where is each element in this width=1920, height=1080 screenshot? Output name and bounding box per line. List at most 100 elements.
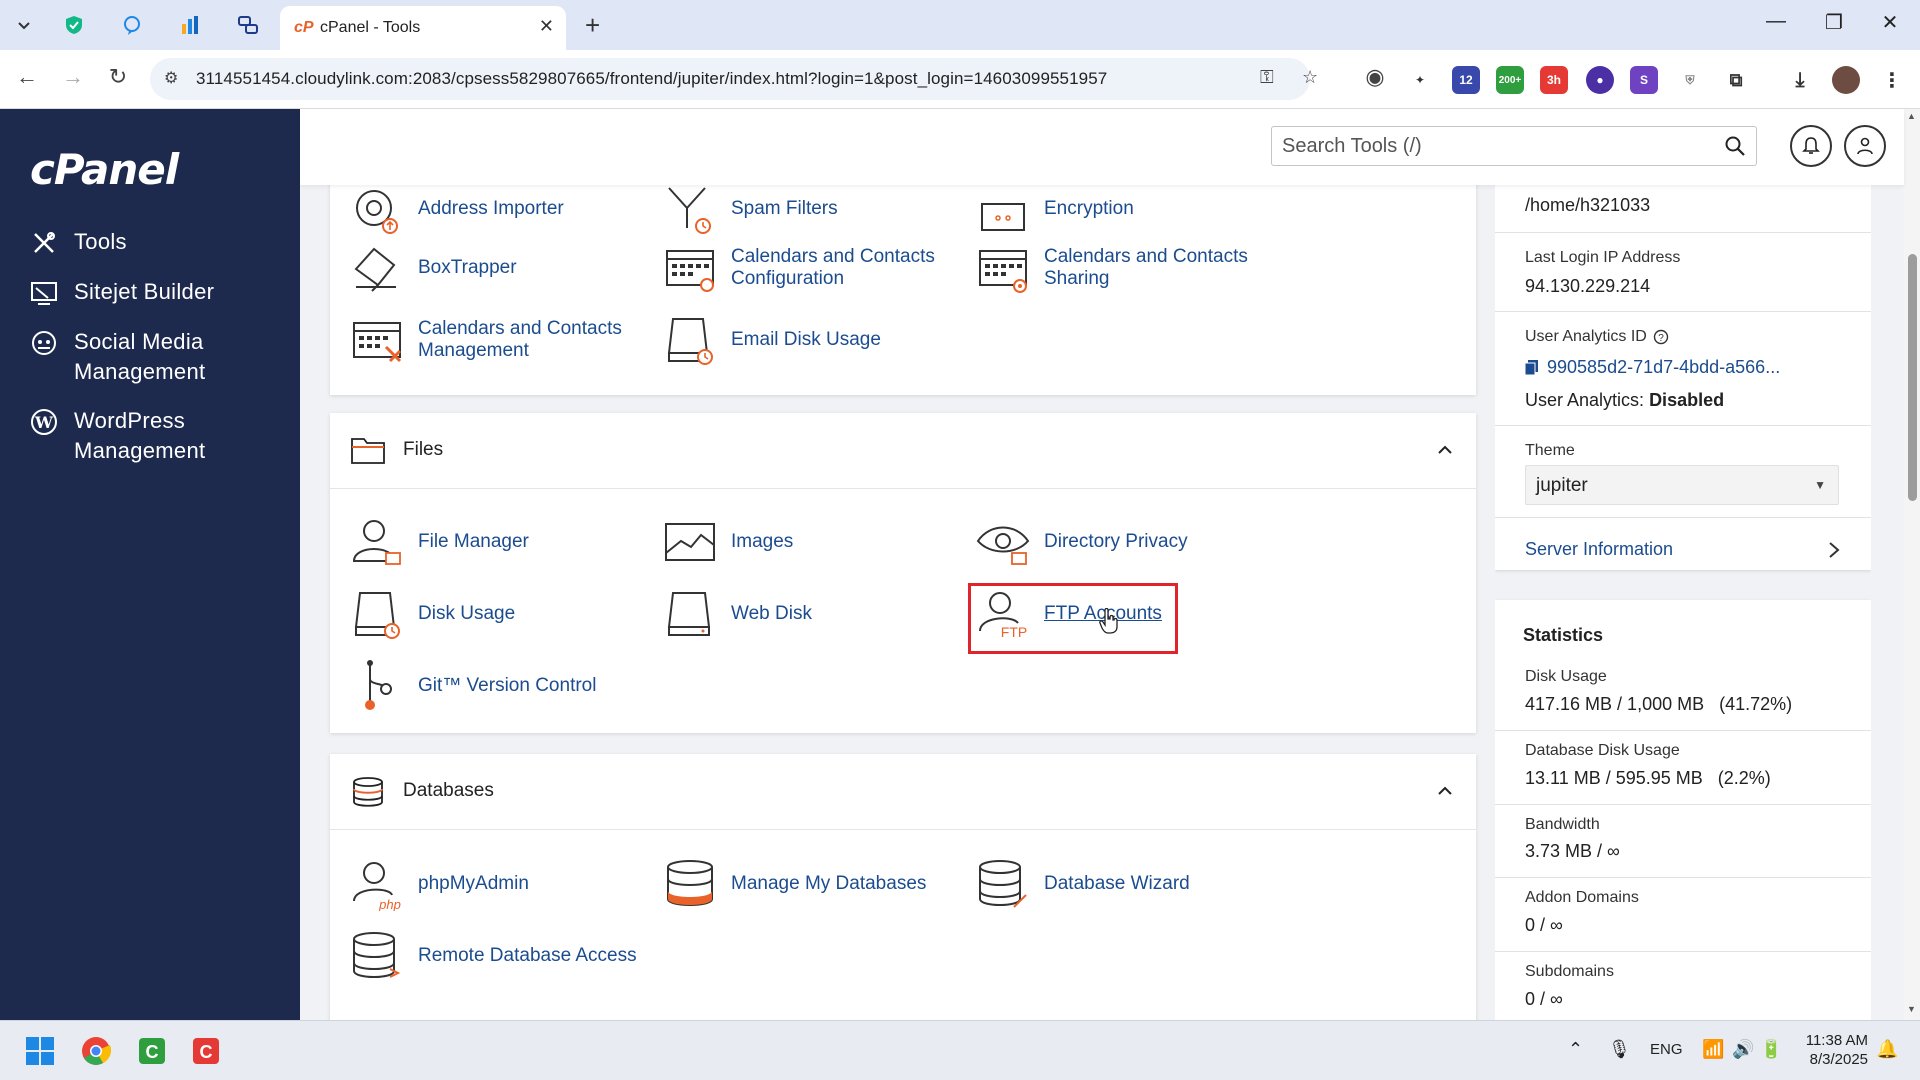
chevron-right-icon[interactable]	[1827, 540, 1841, 560]
chrome-taskbar-icon[interactable]	[80, 1035, 112, 1067]
analytics-id-label: User Analytics ID	[1525, 328, 1647, 345]
shield-grey-extension-icon[interactable]: ⛨	[1676, 66, 1704, 94]
copy-icon[interactable]	[1525, 360, 1539, 376]
close-tab-icon[interactable]: ✕	[539, 16, 554, 37]
tool-database-wizard[interactable]: Database Wizard	[976, 857, 1294, 911]
tool-remote-database-access[interactable]: Remote Database Access	[350, 929, 668, 983]
sidebar-item-sitejet[interactable]: Sitejet Builder	[28, 277, 274, 309]
server-information-link[interactable]: Server Information	[1525, 539, 1673, 560]
sidebar-item-social-media[interactable]: Social Media Management	[28, 327, 274, 387]
statistics-panel: Statistics Disk Usage 417.16 MB / 1,000 …	[1495, 600, 1871, 1020]
scroll-up-icon[interactable]: ▲	[1907, 111, 1916, 121]
right-info-column: /home/h321033 Last Login IP Address 94.1…	[1495, 185, 1871, 1020]
address-bar[interactable]: ⚙ 3114551454.cloudylink.com:2083/cpsess5…	[150, 58, 1318, 100]
databases-section-header[interactable]: Databases	[330, 754, 1476, 830]
tool-spam-filters[interactable]: Spam Filters	[663, 185, 981, 236]
tool-web-disk[interactable]: Web Disk	[663, 587, 981, 641]
chevron-up-icon[interactable]	[1436, 782, 1454, 800]
cpanel-logo[interactable]: cPanel	[30, 145, 179, 194]
stat-subdomains-value: 0 / ∞	[1525, 989, 1563, 1009]
route-extension-icon[interactable]	[234, 11, 262, 39]
shield-purple-extension-icon[interactable]: S	[1630, 66, 1658, 94]
microphone-icon[interactable]: 🎙	[1608, 1039, 1631, 1060]
tool-encryption[interactable]: Encryption	[976, 185, 1294, 236]
wifi-icon[interactable]: 📶	[1702, 1039, 1724, 1060]
user-account-button[interactable]	[1844, 125, 1886, 167]
tool-calendars-sharing[interactable]: Calendars and Contacts Sharing	[976, 241, 1294, 295]
tool-file-manager[interactable]: File Manager	[350, 515, 668, 569]
notifications-button[interactable]	[1790, 125, 1832, 167]
password-key-icon[interactable]: ⚿	[1260, 67, 1274, 88]
tool-calendars-config[interactable]: Calendars and Contacts Configuration	[663, 241, 981, 295]
ftp-accounts-highlight	[968, 583, 1178, 654]
help-icon[interactable]: ?	[1653, 329, 1669, 345]
windows-start-icon[interactable]	[24, 1035, 56, 1067]
chat-bubble-icon[interactable]	[118, 11, 146, 39]
back-icon[interactable]: ←	[12, 64, 42, 90]
search-input[interactable]	[1282, 133, 1702, 159]
camtasia-green-icon[interactable]: C	[136, 1035, 168, 1067]
profile-avatar[interactable]	[1832, 66, 1860, 94]
url-text: 3114551454.cloudylink.com:2083/cpsess582…	[196, 69, 1108, 88]
search-icon[interactable]	[1724, 135, 1746, 157]
tab-cpanel-tools[interactable]: cP cPanel - Tools ✕	[280, 6, 566, 50]
windows-taskbar: C C ⌃ 🎙 ENG 📶 🔊 🔋 11:38 AM 8/3/2025 🔔	[0, 1020, 1920, 1080]
tool-directory-privacy[interactable]: Directory Privacy	[976, 515, 1294, 569]
manage-databases-icon	[667, 860, 713, 906]
tool-address-importer[interactable]: Address Importer	[350, 185, 668, 236]
purple-extension-icon[interactable]: ●	[1586, 66, 1614, 94]
sidebar-item-wordpress[interactable]: W WordPress Management	[28, 406, 274, 466]
tray-chevron-up-icon[interactable]: ⌃	[1568, 1039, 1583, 1060]
stat-addon-domains-value: 0 / ∞	[1525, 915, 1563, 935]
chevron-up-icon[interactable]	[1436, 441, 1454, 459]
theme-select[interactable]: jupiter ▼	[1525, 465, 1839, 505]
language-indicator[interactable]: ENG	[1650, 1041, 1683, 1058]
notification-center-icon[interactable]: 🔔	[1876, 1039, 1898, 1060]
school-extension-icon[interactable]: 12	[1452, 66, 1480, 94]
cpanel-header	[300, 109, 1904, 185]
battery-icon[interactable]: 🔋	[1760, 1039, 1782, 1060]
pin-extension-icon[interactable]: ✦	[1406, 66, 1434, 94]
reload-icon[interactable]: ↻	[103, 64, 133, 90]
svg-text:C: C	[146, 1042, 159, 1062]
tool-git-version-control[interactable]: Git™ Version Control	[350, 659, 668, 713]
database-wizard-icon	[979, 860, 1027, 908]
scrollbar-thumb[interactable]	[1908, 254, 1917, 501]
new-tab-icon[interactable]: +	[585, 10, 600, 41]
badge-extension-icon[interactable]: 200+	[1496, 66, 1524, 94]
tool-manage-databases[interactable]: Manage My Databases	[663, 857, 981, 911]
taskbar-clock[interactable]: 11:38 AM 8/3/2025	[1800, 1031, 1868, 1069]
tool-calendars-management[interactable]: Calendars and Contacts Management	[350, 313, 668, 367]
restore-icon[interactable]: ❐	[1814, 10, 1854, 35]
tool-boxtrapper[interactable]: BoxTrapper	[350, 241, 668, 295]
bookmark-star-icon[interactable]: ☆	[1302, 67, 1318, 88]
browser-menu-icon[interactable]: ⋮	[1878, 66, 1906, 94]
tab-search-icon[interactable]	[10, 11, 38, 39]
tool-images[interactable]: Images	[663, 515, 981, 569]
forward-icon[interactable]: →	[58, 64, 88, 90]
shield-extension-icon[interactable]	[60, 11, 88, 39]
home-directory-value: /home/h321033	[1525, 195, 1651, 215]
tool-email-disk-usage[interactable]: Email Disk Usage	[663, 313, 981, 367]
databases-section-card: Databases php phpMyAdmin Manage My Datab…	[330, 754, 1476, 1020]
sidebar-item-tools[interactable]: Tools	[28, 227, 274, 259]
extensions-puzzle-icon[interactable]: ⧉	[1722, 66, 1750, 94]
scroll-down-icon[interactable]: ▼	[1907, 1004, 1916, 1014]
theme-label: Theme	[1525, 442, 1575, 459]
red-extension-icon[interactable]: 3h	[1540, 66, 1568, 94]
page-scrollbar[interactable]: ▲ ▼	[1904, 109, 1920, 1020]
download-icon[interactable]: ⤓	[1786, 66, 1814, 94]
search-tools-box[interactable]	[1271, 126, 1757, 166]
analytics-bar-icon[interactable]	[176, 11, 204, 39]
tool-phpmyadmin[interactable]: php phpMyAdmin	[350, 857, 668, 911]
camtasia-red-icon[interactable]: C	[190, 1035, 222, 1067]
minimize-icon[interactable]: —	[1756, 10, 1796, 33]
site-info-icon[interactable]: ⚙	[164, 68, 178, 88]
cpanel-favicon-icon: cP	[294, 19, 314, 36]
files-section-header[interactable]: Files	[330, 413, 1476, 489]
volume-icon[interactable]: 🔊	[1732, 1039, 1754, 1060]
analytics-id-value[interactable]: 990585d2-71d7-4bdd-a566...	[1547, 357, 1780, 378]
camera-extension-icon[interactable]: ◉	[1360, 64, 1390, 90]
window-close-icon[interactable]: ✕	[1870, 10, 1910, 35]
tool-disk-usage[interactable]: Disk Usage	[350, 587, 668, 641]
